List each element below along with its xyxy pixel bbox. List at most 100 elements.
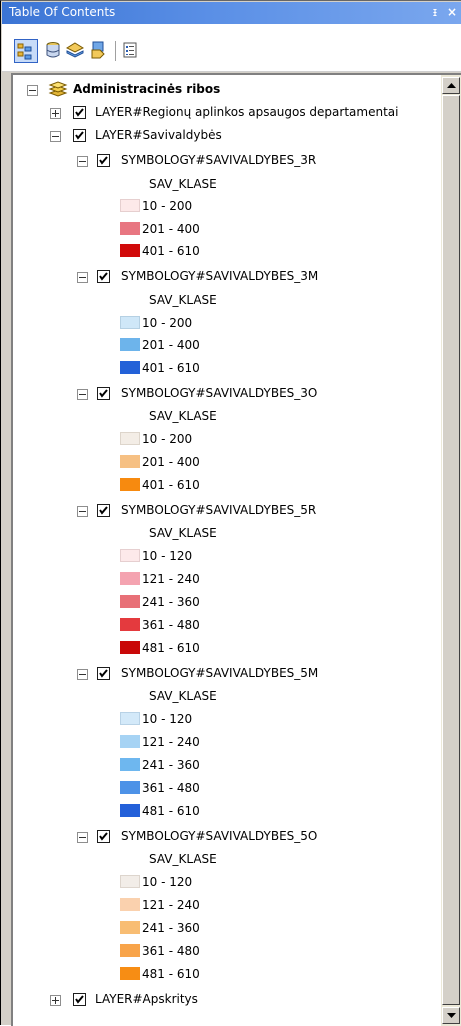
legend-range: 10 - 200 [142, 316, 193, 330]
title-bar[interactable]: Table Of Contents ᵻ × [2, 2, 461, 24]
legend-swatch [120, 641, 140, 654]
legend-swatch [120, 712, 140, 725]
symbology-visibility-checkbox[interactable] [97, 154, 110, 167]
legend-class-row: 361 - 480 [13, 941, 433, 963]
tree-row-layer-counties[interactable]: LAYER#Apskritys [13, 989, 433, 1011]
legend-swatch [120, 549, 140, 562]
tree-row-symbology[interactable]: SYMBOLOGY#SAVIVALDYBES_5O [13, 826, 433, 848]
legend-range: 241 - 360 [142, 921, 200, 935]
legend-range: 121 - 240 [142, 572, 200, 586]
legend-field-name: SAV_KLASE [149, 852, 217, 866]
legend-field-heading: SAV_KLASE [13, 290, 433, 312]
collapse-symbology-toggle[interactable] [77, 832, 88, 843]
legend-class-row: 361 - 480 [13, 778, 433, 800]
window-title: Table Of Contents [9, 5, 116, 19]
layer-visibility-checkbox[interactable] [73, 129, 86, 142]
expand-layer-toggle[interactable] [50, 995, 61, 1006]
legend-field-name: SAV_KLASE [149, 409, 217, 423]
scroll-up-button[interactable] [442, 77, 460, 94]
legend-range: 201 - 400 [142, 338, 200, 352]
legend-range: 401 - 610 [142, 244, 200, 258]
table-of-contents-window: Table Of Contents ᵻ × Administracinės ri… [0, 0, 461, 1026]
legend-field-name: SAV_KLASE [149, 177, 217, 191]
symbology-visibility-checkbox[interactable] [97, 504, 110, 517]
expand-layer-toggle[interactable] [50, 108, 61, 119]
legend-swatch [120, 244, 140, 257]
collapse-symbology-toggle[interactable] [77, 669, 88, 680]
legend-field-heading: SAV_KLASE [13, 523, 433, 545]
list-by-visibility-button[interactable] [64, 39, 88, 63]
legend-swatch [120, 804, 140, 817]
vertical-scrollbar[interactable] [441, 75, 461, 1026]
symbology-label: SYMBOLOGY#SAVIVALDYBES_3O [121, 386, 318, 400]
list-by-selection-icon [91, 41, 105, 59]
tree-row-layer-municipalities[interactable]: LAYER#Savivaldybės [13, 125, 433, 147]
legend-range: 10 - 120 [142, 712, 193, 726]
legend-class-row: 121 - 240 [13, 569, 433, 591]
legend-range: 10 - 200 [142, 199, 193, 213]
tree-row-symbology[interactable]: SYMBOLOGY#SAVIVALDYBES_3O [13, 383, 433, 405]
collapse-symbology-toggle[interactable] [77, 389, 88, 400]
close-icon[interactable]: × [444, 4, 460, 20]
legend-class-row: 10 - 200 [13, 196, 433, 218]
list-by-drawing-order-button[interactable] [14, 39, 38, 63]
legend-swatch [120, 361, 140, 374]
symbology-visibility-checkbox[interactable] [97, 387, 110, 400]
legend-swatch [120, 222, 140, 235]
checkmark-icon [99, 669, 108, 678]
tree-row-symbology[interactable]: SYMBOLOGY#SAVIVALDYBES_5R [13, 500, 433, 522]
list-by-selection-button[interactable] [88, 39, 112, 63]
legend-swatch [120, 921, 140, 934]
tree-row-symbology[interactable]: SYMBOLOGY#SAVIVALDYBES_3R [13, 150, 433, 172]
layer-group-icon [48, 81, 68, 97]
collapse-symbology-toggle[interactable] [77, 156, 88, 167]
options-button[interactable] [119, 39, 143, 63]
layer-visibility-checkbox[interactable] [73, 993, 86, 1006]
legend-swatch [120, 338, 140, 351]
legend-field-heading: SAV_KLASE [13, 406, 433, 428]
legend-class-row: 10 - 200 [13, 429, 433, 451]
collapse-layer-toggle[interactable] [50, 131, 61, 142]
symbology-visibility-checkbox[interactable] [97, 270, 110, 283]
legend-swatch [120, 735, 140, 748]
collapse-group-toggle[interactable] [27, 85, 38, 96]
layer-visibility-checkbox[interactable] [73, 106, 86, 119]
checkmark-icon [99, 389, 108, 398]
legend-range: 201 - 400 [142, 455, 200, 469]
legend-class-row: 10 - 120 [13, 872, 433, 894]
checkmark-icon [99, 506, 108, 515]
legend-range: 481 - 610 [142, 967, 200, 981]
legend-class-row: 481 - 610 [13, 801, 433, 823]
tree-row-symbology[interactable]: SYMBOLOGY#SAVIVALDYBES_5M [13, 663, 433, 685]
scroll-down-button[interactable] [442, 1007, 460, 1024]
legend-class-row: 401 - 610 [13, 358, 433, 380]
symbology-visibility-checkbox[interactable] [97, 667, 110, 680]
symbology-label: SYMBOLOGY#SAVIVALDYBES_5R [121, 503, 317, 517]
layer-label: LAYER#Apskritys [95, 992, 198, 1006]
tree-row-symbology[interactable]: SYMBOLOGY#SAVIVALDYBES_3M [13, 266, 433, 288]
collapse-symbology-toggle[interactable] [77, 272, 88, 283]
list-by-source-button[interactable] [42, 39, 66, 63]
symbology-label: SYMBOLOGY#SAVIVALDYBES_5O [121, 829, 318, 843]
legend-range: 241 - 360 [142, 595, 200, 609]
tree-row-layer-regions[interactable]: LAYER#Regionų aplinkos apsaugos departam… [13, 102, 439, 124]
collapse-symbology-toggle[interactable] [77, 506, 88, 517]
pin-icon[interactable]: ᵻ [427, 4, 443, 20]
legend-swatch [120, 781, 140, 794]
legend-swatch [120, 572, 140, 585]
legend-class-row: 241 - 360 [13, 918, 433, 940]
symbology-visibility-checkbox[interactable] [97, 830, 110, 843]
scrollbar-thumb[interactable] [442, 95, 460, 1005]
tree-row-group[interactable]: Administracinės ribos [13, 79, 433, 101]
legend-swatch [120, 199, 140, 212]
symbology-label: SYMBOLOGY#SAVIVALDYBES_5M [121, 666, 319, 680]
legend-field-name: SAV_KLASE [149, 526, 217, 540]
legend-field-name: SAV_KLASE [149, 293, 217, 307]
options-icon [123, 42, 137, 58]
layer-tree: Administracinės ribos LAYER#Regionų apli… [13, 75, 441, 1026]
legend-range: 10 - 120 [142, 549, 193, 563]
legend-swatch [120, 967, 140, 980]
legend-range: 121 - 240 [142, 735, 200, 749]
legend-range: 481 - 610 [142, 641, 200, 655]
legend-swatch [120, 432, 140, 445]
